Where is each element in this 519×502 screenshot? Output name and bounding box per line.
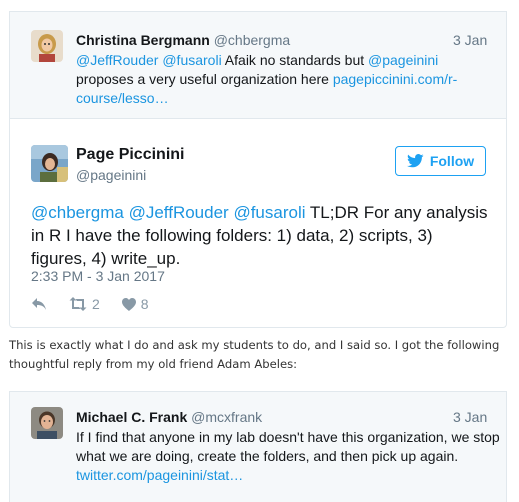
like-count: 8: [140, 296, 149, 312]
second-body: If I find that anyone in my lab doesn't …: [76, 428, 501, 485]
reply-icon: [32, 298, 46, 310]
mention-jeffrouder[interactable]: @JeffRouder: [129, 203, 229, 222]
main-tweet-text: @chbergma @JeffRouder @fusaroli TL;DR Fo…: [31, 201, 491, 270]
retweet-icon: [69, 297, 87, 311]
page-piccinini-avatar[interactable]: [31, 145, 68, 182]
mention-jeffrouder[interactable]: @JeffRouder: [76, 52, 158, 68]
mention-fusaroli[interactable]: @fusaroli: [233, 203, 305, 222]
retweet-button[interactable]: 2: [69, 296, 100, 312]
mention-fusaroli[interactable]: @fusaroli: [162, 52, 221, 68]
second-date[interactable]: 3 Jan: [453, 409, 487, 425]
reply-author-name[interactable]: Christina Bergmann: [76, 32, 210, 48]
follow-button[interactable]: Follow: [395, 146, 486, 176]
second-link[interactable]: twitter.com/pageinini/stat…: [76, 467, 243, 483]
christina-avatar[interactable]: [31, 30, 63, 62]
second-tweet-card[interactable]: Michael C. Frank @mcxfrank 3 Jan If I fi…: [9, 391, 507, 502]
heart-icon: [121, 297, 136, 311]
michael-frank-avatar[interactable]: [31, 407, 63, 439]
reply-button[interactable]: [31, 297, 47, 311]
reply-author-row: Christina Bergmann @chbergma: [76, 32, 290, 48]
mention-pageinini[interactable]: @pageinini: [368, 52, 438, 68]
reply-author-handle[interactable]: @chbergma: [214, 32, 290, 48]
second-author-handle[interactable]: @mcxfrank: [191, 409, 262, 425]
main-author-name[interactable]: Page Piccinini: [76, 146, 184, 164]
blog-paragraph: This is exactly what I do and ask my stu…: [9, 338, 500, 371]
main-tweet-card: Page Piccinini @pageinini Follow @chberg…: [9, 118, 507, 328]
tweet-actions: 2 8: [31, 294, 171, 314]
reply-body: @JeffRouder @fusaroli Afaik no standards…: [76, 51, 491, 108]
reply-text-1: Afaik no standards but: [221, 52, 369, 68]
like-button[interactable]: 8: [121, 296, 149, 312]
mention-chbergma[interactable]: @chbergma: [31, 203, 124, 222]
follow-label: Follow: [429, 153, 475, 169]
second-author-name[interactable]: Michael C. Frank: [76, 409, 187, 425]
second-author-row: Michael C. Frank @mcxfrank: [76, 409, 262, 425]
retweet-count: 2: [92, 296, 100, 312]
reply-tweet-card[interactable]: Christina Bergmann @chbergma 3 Jan @Jeff…: [9, 11, 507, 118]
twitter-bird-icon: [406, 154, 424, 168]
reply-date[interactable]: 3 Jan: [453, 32, 487, 48]
reply-text-2: proposes a very useful organization here: [76, 71, 333, 87]
second-text: If I find that anyone in my lab doesn't …: [76, 429, 500, 464]
main-author-handle[interactable]: @pageinini: [76, 167, 146, 183]
tweet-timestamp[interactable]: 2:33 PM - 3 Jan 2017: [31, 268, 165, 284]
